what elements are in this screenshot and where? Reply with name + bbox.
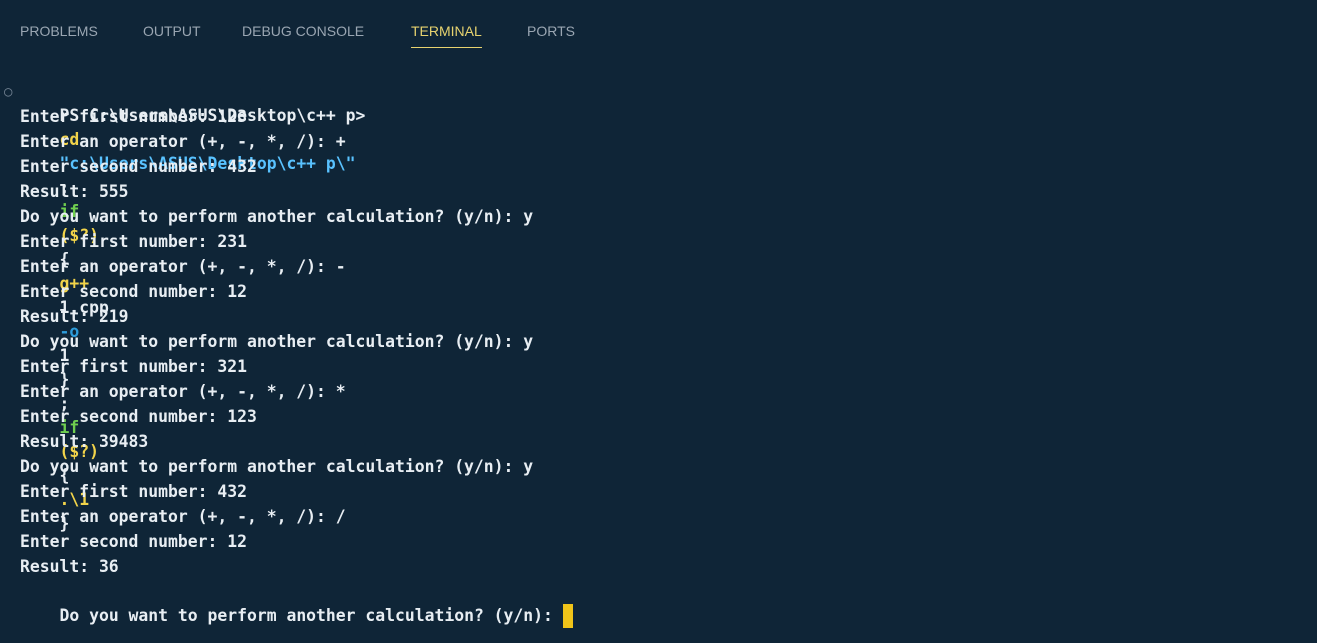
- terminal-line: Result: 36: [20, 557, 119, 576]
- terminal-line: Result: 39483: [20, 432, 149, 451]
- active-tab-indicator: [411, 47, 482, 48]
- tab-terminal-label: TERMINAL: [411, 23, 482, 39]
- panel-tab-bar: PROBLEMS OUTPUT DEBUG CONSOLE TERMINAL P…: [0, 0, 1317, 53]
- terminal-line: Result: 555: [20, 182, 129, 201]
- tab-problems[interactable]: PROBLEMS: [20, 22, 98, 40]
- terminal-line: Enter second number: 432: [20, 157, 257, 176]
- tab-output[interactable]: OUTPUT: [143, 22, 201, 40]
- terminal-line: Do you want to perform another calculati…: [20, 332, 534, 351]
- terminal-cursor[interactable]: [562, 604, 573, 628]
- terminal-line: Result: 219: [20, 307, 129, 326]
- terminal-line: Enter first number: 321: [20, 357, 247, 376]
- tab-terminal[interactable]: TERMINAL: [411, 22, 482, 48]
- terminal-line: Enter second number: 123: [20, 407, 257, 426]
- terminal-line: Do you want to perform another calculati…: [59, 606, 553, 625]
- terminal-output[interactable]: PS C:\Users\ASUS\Desktop\c++ p> cd "c:\U…: [0, 80, 1317, 643]
- prompt-status-marker-icon: ○: [4, 84, 13, 100]
- terminal-line: Enter an operator (+, -, *, /): *: [20, 382, 346, 401]
- terminal-last-line: Do you want to perform another calculati…: [20, 580, 573, 628]
- terminal-line: Enter first number: 123: [20, 107, 247, 126]
- terminal-line: Enter second number: 12: [20, 532, 247, 551]
- tab-ports[interactable]: PORTS: [527, 22, 575, 40]
- terminal-line: Do you want to perform another calculati…: [20, 207, 534, 226]
- terminal-line: Enter an operator (+, -, *, /): +: [20, 132, 346, 151]
- terminal-line: Do you want to perform another calculati…: [20, 457, 534, 476]
- terminal-line: Enter an operator (+, -, *, /): -: [20, 257, 346, 276]
- tab-debug-console[interactable]: DEBUG CONSOLE: [242, 22, 364, 40]
- terminal-line: Enter second number: 12: [20, 282, 247, 301]
- terminal-prompt-line: PS C:\Users\ASUS\Desktop\c++ p> cd "c:\U…: [20, 80, 365, 533]
- terminal-line: Enter first number: 231: [20, 232, 247, 251]
- terminal-line: Enter an operator (+, -, *, /): /: [20, 507, 346, 526]
- terminal-line: Enter first number: 432: [20, 482, 247, 501]
